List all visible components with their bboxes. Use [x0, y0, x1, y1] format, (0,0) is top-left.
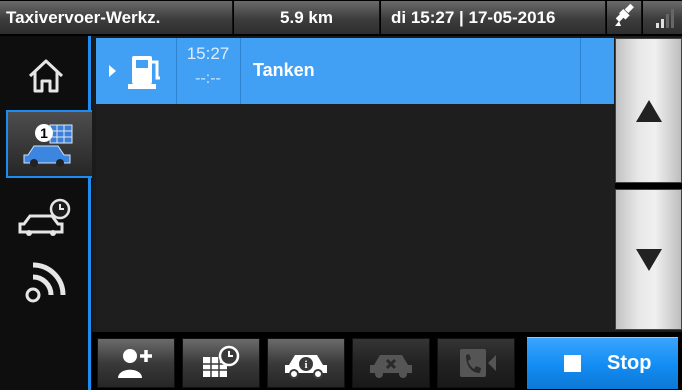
wifi-signal-icon: [25, 262, 66, 303]
bottom-toolbar: i Stop: [92, 332, 682, 390]
active-jobs-count: 1: [40, 125, 48, 141]
sidebar-item-connection[interactable]: [0, 250, 92, 314]
stop-icon: [564, 355, 581, 372]
sidebar-item-home[interactable]: [0, 44, 92, 108]
signal-bars-icon: [656, 9, 674, 28]
sidebar-item-scheduled-jobs[interactable]: [0, 186, 92, 250]
app-title: Taxivervoer-Werkz.: [0, 1, 233, 34]
job-list: 15:27 --:-- Tanken: [96, 38, 614, 332]
phone-forward-icon: [460, 349, 496, 377]
person-add-icon: [118, 349, 152, 378]
row-divider: [240, 38, 241, 104]
taxi-cancel-icon: [370, 355, 412, 378]
home-icon: [28, 59, 64, 93]
row-divider: [580, 38, 581, 104]
call-forward-button[interactable]: [437, 338, 515, 388]
job-eta: --:--: [195, 70, 221, 87]
add-passenger-button[interactable]: [97, 338, 175, 388]
distance-readout: 5.9 km: [234, 1, 380, 34]
gps-status: [607, 1, 642, 34]
stop-button[interactable]: Stop: [527, 337, 678, 389]
expand-arrow-icon[interactable]: [109, 65, 116, 77]
datetime-readout: di 15:27 | 17-05-2016: [381, 1, 606, 34]
car-jobs-icon: 1: [23, 124, 73, 167]
job-row[interactable]: 15:27 --:-- Tanken: [96, 38, 614, 104]
job-time: 15:27: [186, 44, 230, 63]
satellite-icon: [615, 3, 634, 26]
sidebar: 1: [0, 36, 92, 390]
taxi-info-button[interactable]: i: [267, 338, 345, 388]
schedule-button[interactable]: [182, 338, 260, 388]
scroll-up-button[interactable]: [615, 38, 682, 183]
svg-text:i: i: [304, 359, 307, 371]
scroll-down-button[interactable]: [615, 189, 682, 330]
cancel-taxi-button[interactable]: [352, 338, 430, 388]
status-bar: Taxivervoer-Werkz. 5.9 km di 15:27 | 17-…: [0, 0, 682, 36]
taxi-info-icon: i: [285, 355, 327, 379]
fuel-pump-icon: [128, 56, 160, 89]
job-label: Tanken: [253, 60, 315, 80]
arrow-down-icon: [635, 248, 662, 271]
calendar-clock-icon: [203, 345, 240, 377]
arrow-up-icon: [635, 99, 662, 122]
signal-status: [643, 1, 682, 34]
stop-label: Stop: [607, 352, 652, 374]
car-clock-icon: [18, 198, 71, 236]
sidebar-item-active-jobs[interactable]: 1: [6, 110, 92, 178]
